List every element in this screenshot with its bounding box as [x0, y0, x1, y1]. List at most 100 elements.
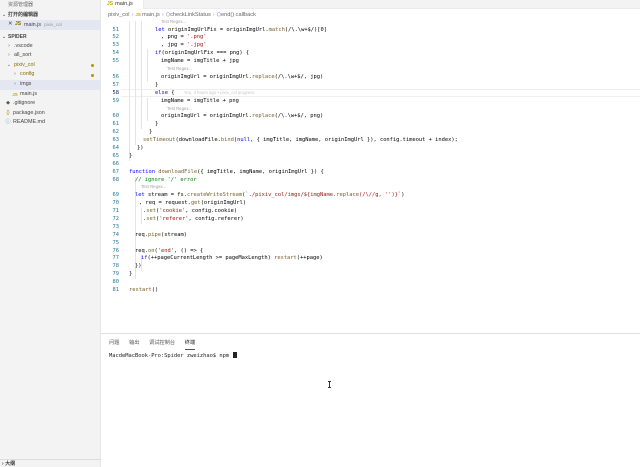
breadcrumb-function[interactable]: checkLinkStatus — [170, 12, 211, 18]
chevron-right-icon: › — [212, 12, 215, 18]
outline-label: 大纲 — [5, 461, 16, 467]
code-line: if(originImgUrlFix === png) { — [155, 50, 250, 56]
chevron-right-icon: › — [8, 52, 10, 59]
code-line: let originImgUrlFix = originImgUrl.match… — [155, 27, 328, 33]
terminal-output[interactable]: MacdeMacBook-Pro:Spider zweizhao$ npm — [109, 352, 237, 359]
close-icon[interactable]: ✕ — [8, 20, 13, 30]
tree-item-readme[interactable]: ⓘ README.md — [0, 118, 100, 128]
tree-item-pixiv-col[interactable]: ⌄ pixiv_col — [0, 61, 100, 71]
open-editor-item[interactable]: ✕ JS main.js pixiv_col — [0, 20, 100, 30]
tab-main-js[interactable]: JS main.js — [101, 0, 144, 9]
line-number: 78 — [112, 263, 120, 269]
code-line: let stream = fs.createWriteStream(`./pix… — [135, 192, 405, 198]
tree-item-label: imgs — [20, 80, 32, 87]
gear-icon: ◆ — [6, 100, 10, 107]
line-number: 59 — [112, 98, 120, 104]
tree-item-gitignore[interactable]: ◆ .gitignore — [0, 99, 100, 109]
line-number: 58 — [112, 90, 120, 96]
codelens-test-regex[interactable]: Test Regex... — [161, 19, 186, 24]
breadcrumb-callback[interactable]: end() callback — [221, 12, 256, 18]
code-line: .set('cookie', config.cookie) — [143, 208, 238, 214]
line-number: 80 — [112, 279, 120, 285]
line-number: 57 — [112, 82, 120, 88]
line-number: 72 — [112, 216, 120, 222]
code-line: req.on('end', () => { — [135, 248, 204, 254]
code-line: if(++pageCurrentLength >= pageMaxLength)… — [141, 255, 323, 261]
project-header[interactable]: ⌄ SPIDER — [0, 33, 100, 42]
line-number: 74 — [112, 232, 120, 238]
line-number: 68 — [112, 177, 120, 183]
tree-item-config[interactable]: › config — [0, 70, 100, 80]
code-line: else { You, 4 hours ago • pixiv_col prog… — [155, 90, 255, 96]
code-line: }) — [135, 263, 142, 269]
line-number: 51 — [112, 27, 120, 33]
line-number: 75 — [112, 240, 120, 246]
code-line: req.pipe(stream) — [135, 232, 187, 238]
tab-debug-console[interactable]: 调试控制台 — [149, 334, 175, 352]
line-number: 71 — [112, 208, 120, 214]
tree-item-label: config — [20, 71, 35, 78]
code-line: originImgUrl = originImgUrl.replace(/\.\… — [161, 113, 324, 119]
line-number: 60 — [112, 113, 120, 119]
tab-bar: JS main.js — [101, 0, 640, 9]
code-line: } — [129, 153, 133, 159]
text-cursor-icon — [328, 381, 331, 388]
code-view[interactable]: 51 let originImgUrlFix = originImgUrl.mat… — [101, 19, 640, 330]
code-line: } — [155, 121, 159, 127]
modified-dot — [91, 64, 94, 68]
js-file-icon: JS — [15, 21, 22, 27]
line-number: 56 — [112, 74, 120, 80]
indent-guide — [147, 49, 148, 82]
line-number: 77 — [112, 255, 120, 261]
editor-area: JS main.js pixiv_col › JS main.js › ⬡checkLin… — [101, 0, 640, 330]
code-line: function downloadFile({ imgTitle, imgNam… — [129, 169, 324, 175]
js-file-icon: JS — [107, 1, 114, 7]
breadcrumb-file[interactable]: main.js — [142, 12, 160, 18]
tree-item-label: main.js — [20, 90, 38, 97]
breadcrumb-folder[interactable]: pixiv_col — [108, 12, 129, 18]
line-number: 69 — [112, 192, 120, 198]
open-editor-name: main.js pixiv_col — [24, 22, 62, 28]
chevron-right-icon: › — [14, 71, 16, 78]
line-number: 79 — [112, 271, 120, 277]
line-number: 55 — [112, 58, 120, 64]
tree-item-all-sort[interactable]: › all_sort — [0, 51, 100, 61]
code-line: } — [149, 129, 153, 135]
tree-item-vscode[interactable]: › .vscode — [0, 42, 100, 52]
chevron-right-icon: › — [161, 12, 164, 18]
line-number: 76 — [112, 248, 120, 254]
code-line: .set('referer', config.referer) — [143, 216, 244, 222]
tree-item-label: .vscode — [14, 42, 33, 49]
tree-item-package-json[interactable]: {} package.json — [0, 109, 100, 119]
terminal-line: MacdeMacBook-Pro:Spider zweizhao$ npm — [109, 353, 233, 359]
chevron-down-icon: ⌄ — [6, 61, 12, 68]
modified-dot — [91, 73, 94, 77]
code-line: , req = request.get(originImgUrl) — [139, 200, 247, 206]
code-line: }) — [137, 145, 144, 151]
line-number: 64 — [112, 145, 120, 151]
codelens-test-regex[interactable]: Test Regex... — [141, 184, 166, 189]
code-line: , png = '.png' — [161, 34, 207, 40]
open-editors-label: 打开的编辑器 — [8, 12, 39, 18]
tab-problems[interactable]: 问题 — [109, 334, 119, 352]
code-line: } — [155, 82, 159, 88]
indent-guide — [129, 21, 130, 161]
codelens-test-regex[interactable]: Test Regex... — [167, 106, 192, 111]
tree-item-label: README.md — [13, 119, 46, 126]
tab-output[interactable]: 输出 — [129, 334, 139, 352]
tab-terminal[interactable]: 终端 — [184, 337, 196, 350]
line-number: 53 — [112, 42, 120, 48]
indent-guide — [147, 98, 148, 121]
codelens-test-regex[interactable]: Test Regex... — [167, 66, 192, 71]
explorer-title: 资源管理器 — [8, 2, 34, 8]
tree-item-imgs[interactable]: › imgs — [0, 79, 100, 90]
line-number: 62 — [112, 129, 120, 135]
line-number: 63 — [112, 137, 120, 143]
line-number: 67 — [112, 169, 120, 175]
line-number: 70 — [112, 200, 120, 206]
line-number: 73 — [112, 224, 120, 230]
outline-header[interactable]: › 大纲 — [0, 459, 101, 467]
open-editors-header[interactable]: ⌄ 打开的编辑器 — [0, 11, 100, 20]
line-number: 66 — [112, 161, 120, 167]
tree-item-main-js[interactable]: JS main.js — [0, 90, 100, 100]
